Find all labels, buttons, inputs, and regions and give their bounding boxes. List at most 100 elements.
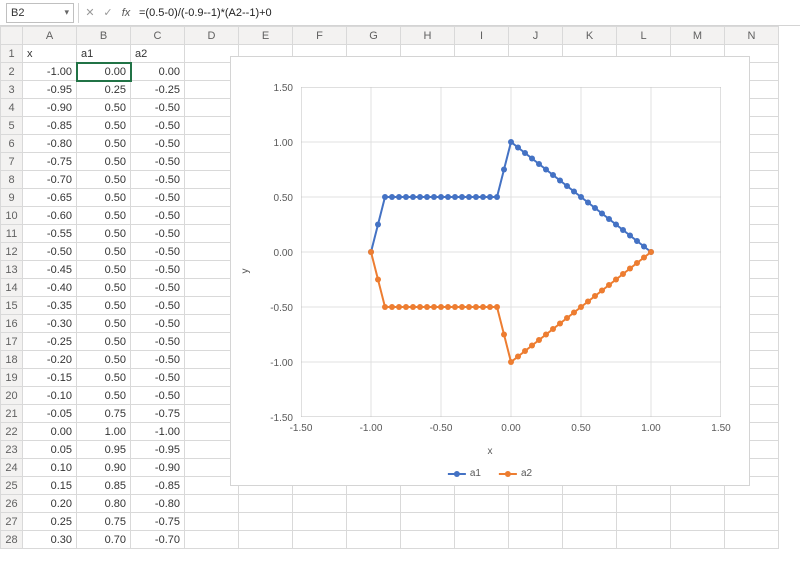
cell[interactable]: -0.75 <box>23 153 77 171</box>
cell[interactable]: -0.50 <box>131 297 185 315</box>
cell[interactable]: 0.50 <box>77 297 131 315</box>
cell[interactable]: -0.90 <box>131 459 185 477</box>
cell[interactable]: 0.50 <box>77 117 131 135</box>
cell[interactable]: -0.40 <box>23 279 77 297</box>
cell[interactable] <box>293 513 347 531</box>
cell[interactable]: -0.85 <box>23 117 77 135</box>
cell[interactable]: -0.95 <box>131 441 185 459</box>
row-header[interactable]: 12 <box>1 243 23 261</box>
row-header[interactable]: 7 <box>1 153 23 171</box>
row-header[interactable]: 18 <box>1 351 23 369</box>
cell[interactable] <box>671 531 725 549</box>
row-header[interactable]: 23 <box>1 441 23 459</box>
cell[interactable]: -0.80 <box>131 495 185 513</box>
col-header-N[interactable]: N <box>725 27 779 45</box>
cell[interactable]: -0.50 <box>131 153 185 171</box>
cell[interactable]: 0.00 <box>77 63 131 81</box>
cell[interactable]: 0.50 <box>77 207 131 225</box>
cell[interactable]: 0.50 <box>77 135 131 153</box>
cell[interactable]: 0.00 <box>131 63 185 81</box>
cell[interactable]: -0.25 <box>131 81 185 99</box>
row-header[interactable]: 26 <box>1 495 23 513</box>
row-header[interactable]: 1 <box>1 45 23 63</box>
cell[interactable] <box>239 495 293 513</box>
cell[interactable] <box>293 495 347 513</box>
cell[interactable]: -0.60 <box>23 207 77 225</box>
row-header[interactable]: 14 <box>1 279 23 297</box>
col-header-H[interactable]: H <box>401 27 455 45</box>
cell[interactable]: -0.50 <box>23 243 77 261</box>
row-header[interactable]: 2 <box>1 63 23 81</box>
cell[interactable] <box>509 531 563 549</box>
row-header[interactable]: 9 <box>1 189 23 207</box>
col-header-F[interactable]: F <box>293 27 347 45</box>
cell[interactable]: 0.95 <box>77 441 131 459</box>
cell[interactable]: 0.50 <box>77 351 131 369</box>
cell[interactable] <box>347 531 401 549</box>
cell[interactable]: 0.05 <box>23 441 77 459</box>
cell[interactable]: 0.50 <box>77 153 131 171</box>
row-header[interactable]: 21 <box>1 405 23 423</box>
cell[interactable]: a2 <box>131 45 185 63</box>
legend-item[interactable]: a2 <box>499 468 532 479</box>
cell[interactable] <box>725 513 779 531</box>
row-header[interactable]: 25 <box>1 477 23 495</box>
cell[interactable]: 0.10 <box>23 459 77 477</box>
cell[interactable]: 0.80 <box>77 495 131 513</box>
row-header[interactable]: 19 <box>1 369 23 387</box>
cell[interactable]: -1.00 <box>131 423 185 441</box>
cell[interactable]: 0.50 <box>77 171 131 189</box>
col-header-C[interactable]: C <box>131 27 185 45</box>
cell[interactable]: -0.50 <box>131 261 185 279</box>
cell[interactable]: -0.20 <box>23 351 77 369</box>
row-header[interactable]: 4 <box>1 99 23 117</box>
cell[interactable]: 0.70 <box>77 531 131 549</box>
cell[interactable]: -0.50 <box>131 207 185 225</box>
row-header[interactable]: 17 <box>1 333 23 351</box>
row-header[interactable]: 13 <box>1 261 23 279</box>
cell[interactable]: -0.10 <box>23 387 77 405</box>
cell[interactable]: -0.15 <box>23 369 77 387</box>
cell[interactable] <box>401 531 455 549</box>
row-header[interactable]: 20 <box>1 387 23 405</box>
cell[interactable]: 0.75 <box>77 513 131 531</box>
cell[interactable]: -0.75 <box>131 405 185 423</box>
cell[interactable] <box>563 531 617 549</box>
cell[interactable]: x <box>23 45 77 63</box>
cell[interactable]: -0.70 <box>23 171 77 189</box>
cell[interactable]: -0.45 <box>23 261 77 279</box>
fx-icon[interactable]: fx <box>119 7 133 19</box>
cell[interactable] <box>347 513 401 531</box>
cell[interactable]: 0.50 <box>77 225 131 243</box>
cell[interactable]: -0.55 <box>23 225 77 243</box>
cell[interactable]: -0.50 <box>131 279 185 297</box>
name-box[interactable]: B2 ▾ <box>6 3 74 23</box>
legend-item[interactable]: a1 <box>448 468 481 479</box>
cell[interactable]: 0.50 <box>77 261 131 279</box>
row-header[interactable]: 27 <box>1 513 23 531</box>
col-header-E[interactable]: E <box>239 27 293 45</box>
cell[interactable] <box>725 531 779 549</box>
cell[interactable]: -0.50 <box>131 225 185 243</box>
cell[interactable]: 0.50 <box>77 315 131 333</box>
cell[interactable]: 0.50 <box>77 189 131 207</box>
cancel-icon[interactable]: ✕ <box>83 6 97 19</box>
cell[interactable] <box>617 495 671 513</box>
cell[interactable] <box>401 495 455 513</box>
cell[interactable] <box>617 513 671 531</box>
row-header[interactable]: 10 <box>1 207 23 225</box>
cell[interactable]: 0.50 <box>77 243 131 261</box>
cell[interactable] <box>293 531 347 549</box>
chart-container[interactable]: y x -1.50-1.00-0.500.000.501.001.50 -1.5… <box>230 56 750 486</box>
cell[interactable]: -0.80 <box>23 135 77 153</box>
col-header-K[interactable]: K <box>563 27 617 45</box>
row-header[interactable]: 22 <box>1 423 23 441</box>
col-header-J[interactable]: J <box>509 27 563 45</box>
cell[interactable]: -0.50 <box>131 171 185 189</box>
cell[interactable]: 0.50 <box>77 99 131 117</box>
select-all-corner[interactable] <box>1 27 23 45</box>
cell[interactable]: 0.25 <box>77 81 131 99</box>
cell[interactable]: a1 <box>77 45 131 63</box>
col-header-B[interactable]: B <box>77 27 131 45</box>
cell[interactable]: 0.50 <box>77 387 131 405</box>
